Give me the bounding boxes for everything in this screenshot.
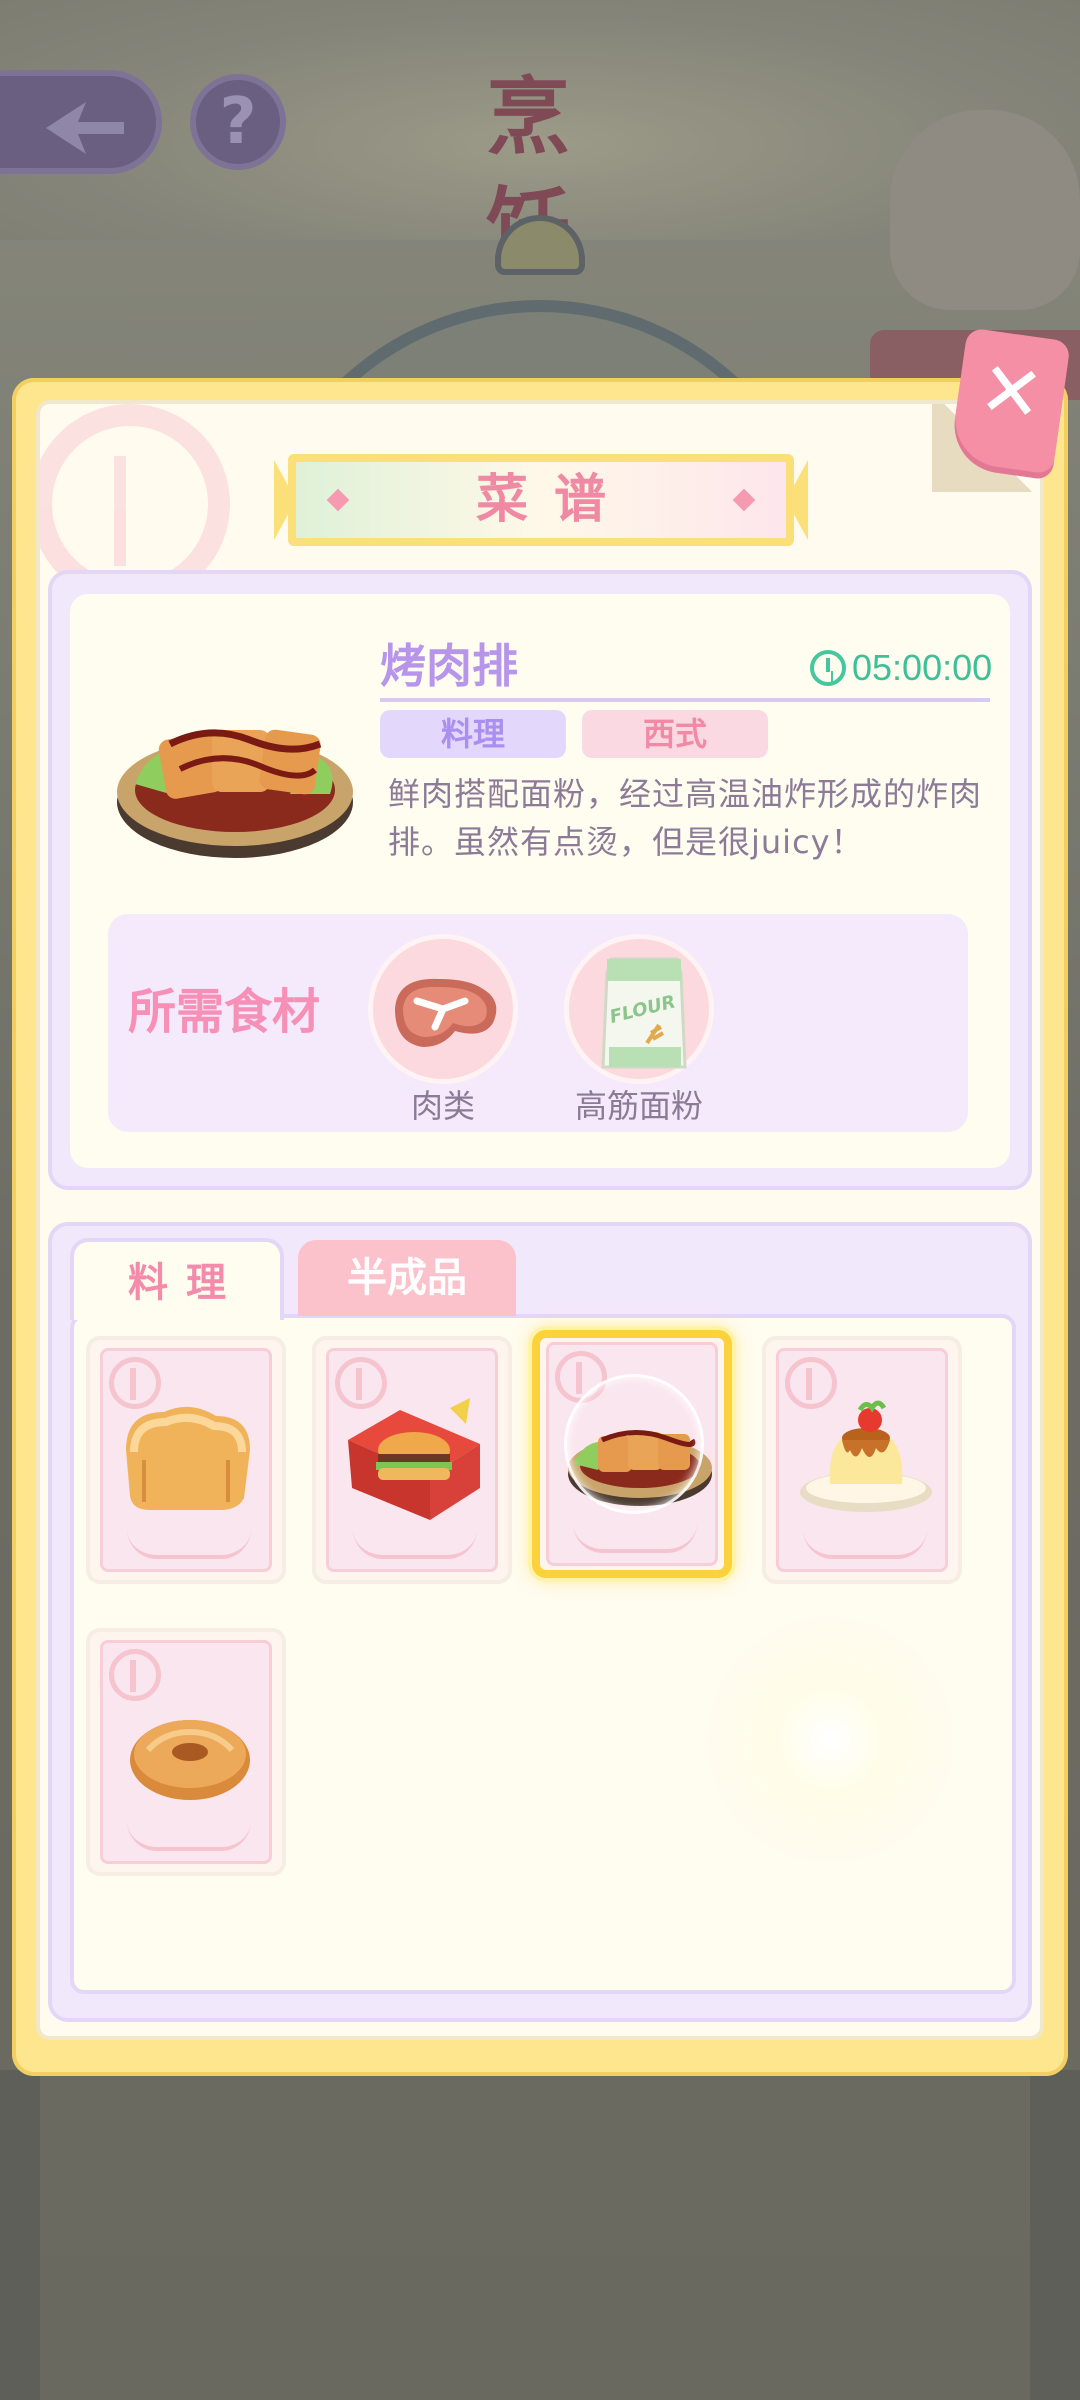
ingredients-label: 所需食材	[128, 984, 321, 1040]
dish-name: 烤肉排	[380, 639, 518, 693]
selection-ring	[564, 1374, 704, 1514]
teapot-decoration	[890, 110, 1080, 310]
dish-description: 鲜肉搭配面粉，经过高温油炸形成的炸肉排。虽然有点烫，但是很juicy！	[388, 775, 983, 861]
sparkle-glow	[700, 1610, 960, 1870]
ingredient-item[interactable]: 肉类	[348, 934, 528, 1125]
ingredient-name: 高筋面粉	[574, 1087, 703, 1125]
panel-title-ribbon: 菜谱	[274, 454, 808, 546]
page-title: 烹 饪	[485, 67, 594, 276]
pudding-icon	[800, 1400, 932, 1512]
panel-title: 菜谱	[475, 470, 632, 530]
flour-bag-icon: FLOUR	[601, 957, 687, 1069]
back-button	[0, 70, 162, 174]
cook-timer: 05:00:00	[810, 640, 1000, 696]
recipe-card-bread[interactable]	[86, 1336, 286, 1584]
table-edge-left	[0, 2070, 40, 2400]
laurel-icon	[803, 1529, 927, 1559]
recipe-detail-card: 烤肉排 05:00:00 料理 西式 鲜肉搭配面粉，经过高温油炸形成的炸肉排。虽…	[48, 570, 1032, 1190]
recipe-card-pudding[interactable]	[762, 1336, 962, 1584]
tab-cooking[interactable]: 料理	[70, 1238, 284, 1320]
recipe-card-burger[interactable]	[312, 1336, 512, 1584]
ingredients-section: 所需食材 肉类 FLOUR 高筋面粉	[108, 914, 968, 1132]
tab-semi-finished[interactable]: 半成品	[298, 1240, 516, 1316]
laurel-icon	[127, 1529, 251, 1559]
donut-icon	[130, 1720, 250, 1800]
clock-icon	[810, 650, 846, 686]
close-icon: ✕	[973, 343, 1050, 441]
category-tag: 料理	[380, 710, 566, 758]
recipe-card-cutlet[interactable]	[532, 1330, 732, 1578]
recipe-card-donut[interactable]	[86, 1628, 286, 1876]
laurel-icon	[127, 1821, 251, 1851]
steak-icon	[395, 978, 497, 1047]
back-arrow-icon	[46, 102, 124, 154]
laurel-icon	[353, 1529, 477, 1559]
title-divider	[380, 698, 990, 702]
table-edge-right	[1030, 2070, 1080, 2400]
help-button: ?	[190, 74, 286, 170]
timer-value: 05:00:00	[852, 647, 993, 688]
cutlet-dish-icon	[117, 729, 353, 858]
ingredient-item[interactable]: FLOUR 高筋面粉	[544, 934, 724, 1125]
burger-box-icon	[348, 1398, 480, 1520]
bread-loaf-icon	[126, 1406, 250, 1510]
recipe-detail-inner: 烤肉排 05:00:00 料理 西式 鲜肉搭配面粉，经过高温油炸形成的炸肉排。虽…	[70, 594, 1010, 1168]
cuisine-tag: 西式	[582, 710, 768, 758]
ingredient-name: 肉类	[410, 1087, 475, 1125]
